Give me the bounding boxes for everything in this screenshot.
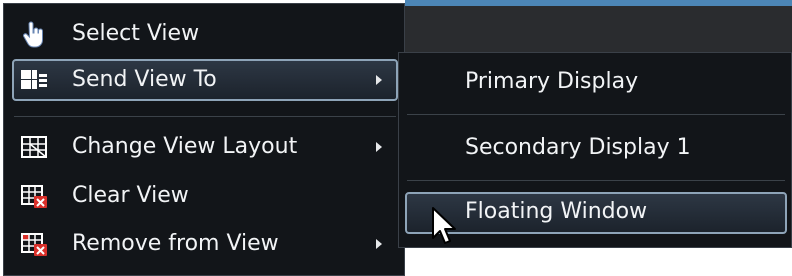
menu-item-change-view-layout[interactable]: Change View Layout	[12, 126, 398, 168]
submenu-arrow-icon	[376, 142, 382, 152]
submenu-item-label: Floating Window	[465, 199, 648, 224]
menu-item-send-view-to[interactable]: Send View To	[12, 59, 398, 101]
submenu-separator	[407, 114, 785, 115]
mouse-cursor-icon	[432, 207, 456, 244]
clear-view-icon	[21, 185, 47, 208]
context-menu: Select View Send View To Change View Lay…	[3, 3, 405, 276]
menu-item-remove-from-view[interactable]: Remove from View	[12, 223, 398, 265]
menu-item-label: Clear View	[72, 183, 189, 208]
submenu-item-label: Primary Display	[465, 69, 639, 94]
screenshot-canvas: Select View Send View To Change View Lay…	[0, 0, 792, 276]
menu-item-label: Send View To	[72, 67, 217, 92]
menu-item-clear-view[interactable]: Clear View	[12, 175, 398, 217]
menu-item-label: Select View	[72, 21, 200, 46]
send-view-icon	[21, 70, 47, 89]
window-dark-area	[405, 6, 792, 52]
menu-separator	[14, 116, 396, 117]
menu-item-label: Change View Layout	[72, 134, 298, 159]
menu-item-label: Remove from View	[72, 231, 279, 256]
background-window	[405, 0, 792, 52]
hand-pointer-icon	[23, 21, 43, 48]
submenu-item-floating-window[interactable]: Floating Window	[405, 192, 787, 234]
submenu-arrow-icon	[376, 75, 382, 85]
submenu-item-secondary-display[interactable]: Secondary Display 1	[405, 128, 787, 170]
submenu-item-primary-display[interactable]: Primary Display	[405, 62, 787, 104]
menu-item-select-view[interactable]: Select View	[12, 13, 398, 55]
submenu-arrow-icon	[376, 239, 382, 249]
submenu-separator	[407, 180, 785, 181]
submenu-item-label: Secondary Display 1	[465, 135, 691, 160]
grid-layout-icon	[21, 136, 47, 158]
remove-from-view-icon	[21, 233, 47, 256]
